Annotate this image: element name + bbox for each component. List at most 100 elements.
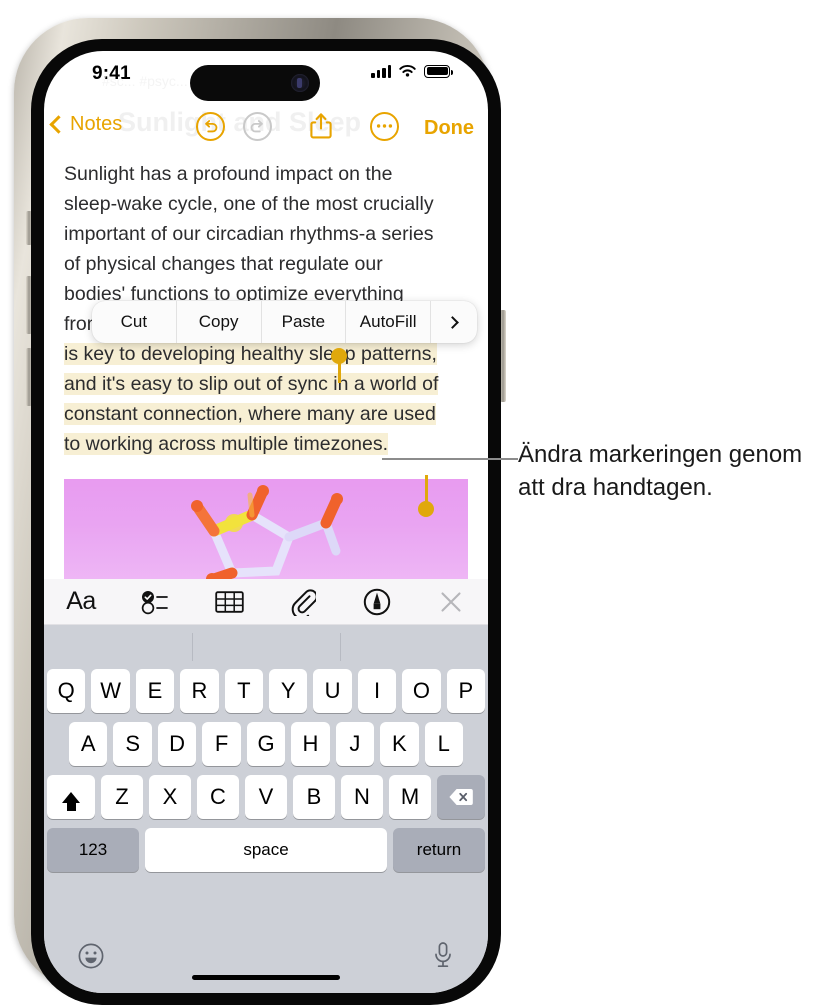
key-x[interactable]: X xyxy=(149,775,191,819)
key-o[interactable]: O xyxy=(402,669,441,713)
chevron-right-icon xyxy=(446,315,459,329)
back-to-notes-button[interactable]: Notes xyxy=(48,113,122,136)
key-s[interactable]: S xyxy=(113,722,152,766)
undo-button[interactable] xyxy=(196,111,225,141)
note-line: sleep-wake cycle, one of the most crucia… xyxy=(64,193,434,215)
checklist-button[interactable] xyxy=(118,589,192,615)
insert-table-button[interactable] xyxy=(192,590,266,614)
status-indicators xyxy=(371,64,453,78)
keyboard-row-1: Q W E R T Y U I O P xyxy=(44,669,488,713)
navigation-bar: Notes Done xyxy=(44,107,488,155)
dictation-button[interactable] xyxy=(432,941,454,974)
predictive-divider xyxy=(192,633,193,661)
dynamic-island xyxy=(190,65,320,101)
share-button[interactable] xyxy=(308,111,334,141)
key-e[interactable]: E xyxy=(135,669,175,713)
note-line: Sunlight has a profound impact on the xyxy=(64,163,393,185)
close-x-icon xyxy=(441,591,461,612)
space-key[interactable]: space xyxy=(145,828,387,872)
screenshot-canvas: 9:41 #sc... #psyc... Sunlight and Sleep xyxy=(0,0,822,1008)
note-line: of physical changes that regulate our xyxy=(64,253,383,275)
attach-file-button[interactable] xyxy=(266,588,340,616)
home-indicator[interactable] xyxy=(192,974,340,980)
phone-screen: 9:41 #sc... #psyc... Sunlight and Sleep xyxy=(44,51,488,993)
microphone-icon xyxy=(435,942,451,968)
back-button-label: Notes xyxy=(70,113,123,135)
key-g[interactable]: G xyxy=(246,722,286,766)
key-t[interactable]: T xyxy=(224,669,263,713)
return-key[interactable]: return xyxy=(393,828,485,872)
emoji-keyboard-button[interactable] xyxy=(78,943,104,974)
molecule-illustration xyxy=(191,485,343,579)
note-line: important of our circadian rhythms-a ser… xyxy=(64,223,434,245)
key-m[interactable]: M xyxy=(389,775,431,819)
undo-arrow-icon xyxy=(205,119,218,132)
note-line-selected: and it's easy to slip out of sync in a w… xyxy=(64,369,468,399)
keyboard-bottom-bar xyxy=(44,933,488,993)
markup-pen-icon xyxy=(363,588,391,615)
more-menu-items-button[interactable] xyxy=(431,301,477,343)
key-b[interactable]: B xyxy=(293,775,335,819)
text-edit-menu: Cut Copy Paste AutoFill xyxy=(92,301,477,343)
close-toolbar-button[interactable] xyxy=(414,590,488,614)
note-text-selected: and it's easy to slip out of sync in a w… xyxy=(64,373,439,395)
keyboard-row-2: A S D F G H J K L xyxy=(44,722,488,766)
cellular-signal-icon xyxy=(371,64,391,78)
callout-text: Ändra markeringen genom att dra handtage… xyxy=(518,441,803,501)
iphone-device-frame: 9:41 #sc... #psyc... Sunlight and Sleep xyxy=(14,18,506,1005)
key-y[interactable]: Y xyxy=(269,669,308,713)
markup-button[interactable] xyxy=(340,588,414,616)
note-line-selected: is key to developing healthy sleep patte… xyxy=(64,339,468,369)
key-n[interactable]: N xyxy=(341,775,383,819)
keyboard-row-3: Z X C V B N M xyxy=(44,775,488,819)
key-r[interactable]: R xyxy=(180,669,219,713)
numbers-key[interactable]: 123 xyxy=(47,828,139,872)
redo-button[interactable] xyxy=(243,111,272,141)
delete-key[interactable] xyxy=(437,775,485,819)
key-h[interactable]: H xyxy=(291,722,330,766)
key-d[interactable]: D xyxy=(157,722,197,766)
status-bar: 9:41 xyxy=(44,51,488,103)
key-u[interactable]: U xyxy=(313,669,352,713)
key-i[interactable]: I xyxy=(357,669,397,713)
key-p[interactable]: P xyxy=(446,669,486,713)
nav-action-icons xyxy=(196,111,399,141)
key-q[interactable]: Q xyxy=(46,669,86,713)
note-image-attachment[interactable] xyxy=(64,479,468,579)
key-w[interactable]: W xyxy=(91,669,130,713)
paperclip-attach-icon xyxy=(291,588,316,616)
emoji-smiley-icon xyxy=(78,943,104,969)
key-j[interactable]: J xyxy=(335,722,375,766)
key-v[interactable]: V xyxy=(245,775,287,819)
battery-full-icon xyxy=(424,64,453,78)
paste-menu-item[interactable]: Paste xyxy=(262,301,347,343)
key-k[interactable]: K xyxy=(380,722,419,766)
key-f[interactable]: F xyxy=(202,722,241,766)
key-a[interactable]: A xyxy=(69,722,108,766)
more-options-button[interactable] xyxy=(370,111,399,141)
cut-menu-item[interactable]: Cut xyxy=(92,301,177,343)
shift-key[interactable] xyxy=(47,775,95,819)
autofill-menu-item[interactable]: AutoFill xyxy=(346,301,431,343)
selection-handle-dot xyxy=(331,348,347,364)
delete-backspace-icon xyxy=(449,789,473,805)
key-z[interactable]: Z xyxy=(101,775,143,819)
note-line-selected: to working across multiple timezones. xyxy=(64,429,468,459)
note-format-toolbar: Aa xyxy=(44,579,488,625)
chevron-left-icon xyxy=(49,115,68,134)
copy-menu-item[interactable]: Copy xyxy=(177,301,262,343)
wifi-icon xyxy=(399,65,416,77)
format-text-button[interactable]: Aa xyxy=(44,587,118,616)
status-time: 9:41 xyxy=(92,63,131,84)
note-text-selected: is key to developing healthy sleep patte… xyxy=(64,343,437,365)
predictive-text-bar[interactable] xyxy=(44,625,488,669)
note-line-selected: constant connection, where many are used xyxy=(64,399,468,429)
selection-handle-bar xyxy=(424,475,428,503)
done-button[interactable]: Done xyxy=(424,117,474,140)
key-c[interactable]: C xyxy=(197,775,239,819)
key-l[interactable]: L xyxy=(424,722,463,766)
note-text-selected: constant connection, where many are used xyxy=(64,403,436,425)
note-text-selected: to working across multiple timezones. xyxy=(64,433,389,455)
selection-handle-dot xyxy=(418,501,434,517)
callout-leader-line xyxy=(382,458,518,460)
